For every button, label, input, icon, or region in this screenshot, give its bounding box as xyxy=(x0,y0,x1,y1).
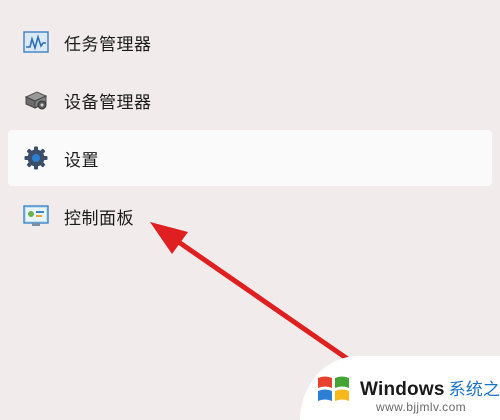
control-panel-icon xyxy=(22,202,50,230)
watermark: Windows系统之家 www.bjjmlv.com xyxy=(300,356,500,420)
menu-item-label: 设备管理器 xyxy=(64,92,152,113)
menu-item-label: 任务管理器 xyxy=(64,34,152,55)
menu-item-control-panel[interactable]: 控制面板 xyxy=(8,188,492,244)
task-manager-icon xyxy=(22,28,50,56)
menu-item-label: 设置 xyxy=(64,150,99,171)
watermark-title: Windows系统之家 xyxy=(360,375,500,401)
device-manager-icon xyxy=(22,86,50,114)
menu-item-device-manager[interactable]: 设备管理器 xyxy=(8,72,492,128)
windows-logo-icon xyxy=(318,376,349,401)
watermark-brand: Windows xyxy=(360,379,445,400)
menu-item-task-manager[interactable]: 任务管理器 xyxy=(8,14,492,70)
watermark-url: www.bjjmlv.com xyxy=(376,400,467,414)
gear-icon xyxy=(22,144,50,172)
menu-item-settings[interactable]: 设置 xyxy=(8,130,492,186)
watermark-brand-cn: 系统之家 xyxy=(448,380,500,399)
menu-item-label: 控制面板 xyxy=(64,208,134,229)
